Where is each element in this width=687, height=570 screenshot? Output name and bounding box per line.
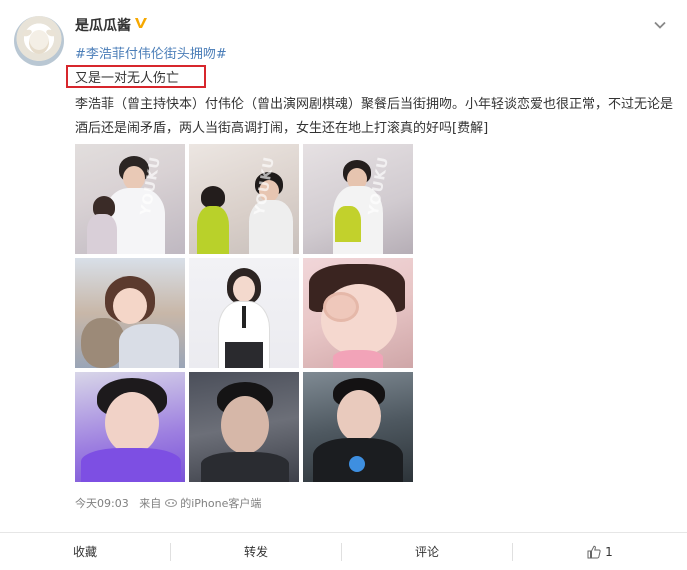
post-meta: 今天09:03 来自 的iPhone客户端 [75, 495, 261, 511]
chevron-down-icon[interactable] [653, 18, 667, 32]
source-link[interactable]: 的iPhone客户端 [180, 497, 261, 510]
like-count: 1 [605, 545, 613, 559]
comment-button[interactable]: 评论 [342, 533, 512, 570]
photo-2[interactable]: YOUKU [189, 144, 299, 254]
photo-8[interactable] [189, 372, 299, 482]
photo-subject-face [221, 396, 269, 454]
thumbs-up-icon [587, 545, 601, 559]
photo-subject-hand [323, 292, 359, 322]
photo-subject-skirt [225, 342, 263, 368]
watermark-text: YOUKU [365, 155, 393, 217]
photo-3[interactable]: YOUKU [303, 144, 413, 254]
photo-subject-face [233, 276, 255, 302]
favorite-button[interactable]: 收藏 [0, 533, 170, 570]
highlight-text: 又是一对无人伤亡 [75, 71, 180, 86]
avatar[interactable] [14, 16, 64, 66]
photo-grid: YOUKU YOUKU YOUKU [75, 144, 413, 482]
repost-button[interactable]: 转发 [171, 533, 341, 570]
post-time[interactable]: 今天09:03 [75, 497, 129, 510]
topic-hashtag-text: #李浩菲付伟伦街头拥吻# [75, 47, 227, 62]
photo-subject-body [197, 206, 229, 254]
photo-subject-body [81, 448, 181, 482]
photo-9[interactable] [303, 372, 413, 482]
action-bar: 收藏 转发 评论 1 [0, 532, 687, 570]
photo-subject-body [87, 214, 117, 254]
photo-subject-body [335, 206, 361, 242]
photo-subject-hair [201, 186, 225, 208]
photo-subject-face [105, 392, 159, 454]
verified-v-icon [135, 18, 147, 28]
photo-subject-face [337, 390, 381, 442]
like-button[interactable]: 1 [513, 533, 687, 570]
photo-5[interactable] [189, 258, 299, 368]
photo-subject-tie [242, 306, 246, 328]
topic-hashtag-link[interactable]: #李浩菲付伟伦街头拥吻# [75, 43, 227, 62]
avatar-face [29, 30, 49, 54]
photo-1[interactable]: YOUKU [75, 144, 185, 254]
photo-subject-body [119, 324, 179, 368]
source-prefix: 来自 [139, 497, 162, 510]
photo-6[interactable] [303, 258, 413, 368]
username-link[interactable]: 是瓜瓜酱 [75, 15, 131, 35]
photo-subject-body [201, 452, 289, 482]
photo-subject-face [113, 288, 147, 324]
photo-7[interactable] [75, 372, 185, 482]
photo-subject-body [333, 350, 383, 368]
photo-subject-logo [349, 456, 365, 472]
weibo-post-card: 是瓜瓜酱 #李浩菲付伟伦街头拥吻# 又是一对无人伤亡 李浩菲（曾主持快本）付伟伦… [0, 0, 687, 570]
photo-4[interactable] [75, 258, 185, 368]
post-body-text: 李浩菲（曾主持快本）付伟伦（曾出演网剧棋魂）聚餐后当街拥吻。小年轻谈恋爱也很正常… [75, 97, 674, 136]
face-emoji-icon [164, 499, 177, 507]
